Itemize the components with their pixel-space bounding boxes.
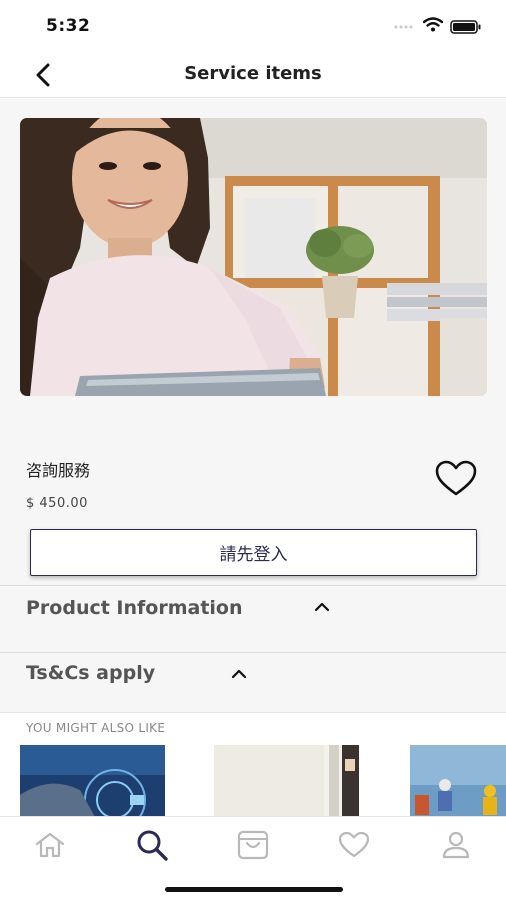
heart-outline-icon [435, 460, 477, 496]
nav-bar: Service items [0, 50, 506, 98]
tab-bar [0, 816, 506, 900]
chevron-up-icon [231, 669, 247, 679]
terms-label: Ts&Cs apply [26, 662, 156, 684]
suggestion-card[interactable] [20, 745, 165, 817]
product-name: 咨詢服務 [26, 461, 91, 480]
home-icon [35, 832, 65, 858]
tab-search[interactable] [130, 825, 174, 865]
product-image [20, 118, 487, 396]
suggestions-title: YOU MIGHT ALSO LIKE [26, 721, 166, 735]
favorite-button[interactable] [434, 459, 478, 499]
wifi-icon [423, 17, 443, 32]
tab-cart[interactable] [231, 825, 275, 865]
product-price: $ 450.00 [26, 496, 88, 511]
terms-toggle[interactable]: Ts&Cs apply [0, 652, 506, 712]
suggestion-card[interactable] [410, 745, 506, 817]
chevron-up-icon [314, 602, 330, 612]
login-button[interactable]: 請先登入 [30, 529, 477, 576]
heart-icon [338, 831, 370, 858]
page-title: Service items [184, 63, 322, 84]
product-information-label: Product Information [26, 597, 243, 619]
product-information-toggle[interactable]: Product Information [0, 585, 506, 652]
cart-icon [237, 830, 269, 860]
suggestions-section: YOU MIGHT ALSO LIKE [0, 712, 506, 817]
battery-icon [450, 20, 481, 34]
cellular-signal-icon [394, 25, 413, 29]
search-icon [137, 830, 168, 861]
home-indicator [165, 887, 343, 892]
profile-icon [442, 831, 470, 859]
status-bar: 5:32 [0, 0, 506, 50]
content-area[interactable]: 咨詢服務 $ 450.00 請先登入 Product Information T… [0, 99, 506, 817]
tab-home[interactable] [28, 825, 72, 865]
tab-profile[interactable] [434, 825, 478, 865]
status-time: 5:32 [46, 16, 91, 36]
suggestion-card[interactable] [214, 745, 359, 817]
tab-favorites[interactable] [332, 825, 376, 865]
